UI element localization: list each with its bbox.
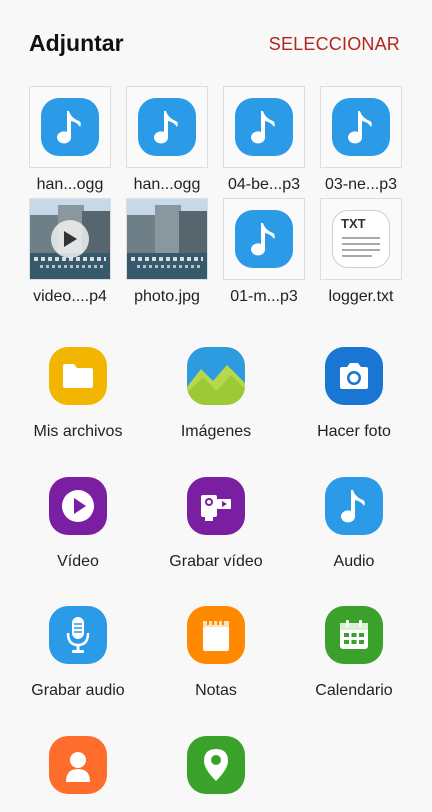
app-bar: Adjuntar SELECCIONAR [0,0,432,88]
page-title: Adjuntar [29,30,124,56]
app-mis-archivos[interactable]: Mis archivos [6,347,150,441]
microphone-icon [49,606,107,664]
location-icon [187,736,245,794]
app-ubicacion[interactable] [144,736,288,812]
calendar-icon [325,606,383,664]
app-label: Grabar vídeo [169,553,263,570]
file-thumbnail [320,86,402,168]
video-recorder-icon [187,477,245,535]
select-button[interactable]: SELECCIONAR [269,34,400,55]
app-calendario[interactable]: Calendario [282,606,426,700]
music-note-icon [332,98,390,156]
recent-file-item[interactable]: 03-ne...p3 [320,86,402,194]
photo-thumbnail [126,198,208,280]
app-notas[interactable]: Notas [144,606,288,700]
gallery-icon [187,347,245,405]
recent-file-item[interactable]: photo.jpg [126,198,208,306]
app-video[interactable]: Vídeo [6,477,150,571]
file-label: han...ogg [36,176,104,193]
app-label: Mis archivos [33,423,123,440]
camera-icon [325,347,383,405]
folder-icon [49,347,107,405]
video-thumbnail [29,198,111,280]
file-label: han...ogg [133,176,201,193]
video-play-icon [49,477,107,535]
recent-file-item[interactable]: video....p4 [29,198,111,306]
txt-file-icon: TXT [332,210,390,268]
file-thumbnail [223,86,305,168]
app-label: Notas [195,682,237,699]
app-grabar-video[interactable]: Grabar vídeo [144,477,288,571]
file-label: photo.jpg [134,288,200,305]
file-label: 01-m...p3 [230,288,298,305]
app-label: Vídeo [57,553,99,570]
notepad-icon [187,606,245,664]
app-label: Audio [333,553,375,570]
file-thumbnail [223,198,305,280]
file-label: 03-ne...p3 [324,176,398,193]
file-thumbnail [126,86,208,168]
app-label: Imágenes [180,423,252,440]
file-label: 04-be...p3 [227,176,301,193]
app-audio[interactable]: Audio [282,477,426,571]
app-contactos[interactable] [6,736,150,812]
music-note-icon [235,210,293,268]
app-hacer-foto[interactable]: Hacer foto [282,347,426,441]
music-note-icon [138,98,196,156]
recent-file-item[interactable]: TXT logger.txt [320,198,402,306]
file-label: logger.txt [328,288,394,305]
recent-file-item[interactable]: 01-m...p3 [223,198,305,306]
app-grabar-audio[interactable]: Grabar audio [6,606,150,700]
music-note-icon [41,98,99,156]
recent-file-item[interactable]: han...ogg [29,86,111,194]
app-label: Grabar audio [31,682,125,699]
file-thumbnail [29,86,111,168]
app-label: Calendario [315,682,393,699]
app-label: Hacer foto [317,423,391,440]
file-label: video....p4 [33,288,107,305]
music-note-icon [325,477,383,535]
play-icon [51,220,89,258]
recent-file-item[interactable]: 04-be...p3 [223,86,305,194]
app-imagenes[interactable]: Imágenes [144,347,288,441]
photo-image [127,199,207,279]
recent-file-item[interactable]: han...ogg [126,86,208,194]
file-thumbnail: TXT [320,198,402,280]
contact-icon [49,736,107,794]
music-note-icon [235,98,293,156]
